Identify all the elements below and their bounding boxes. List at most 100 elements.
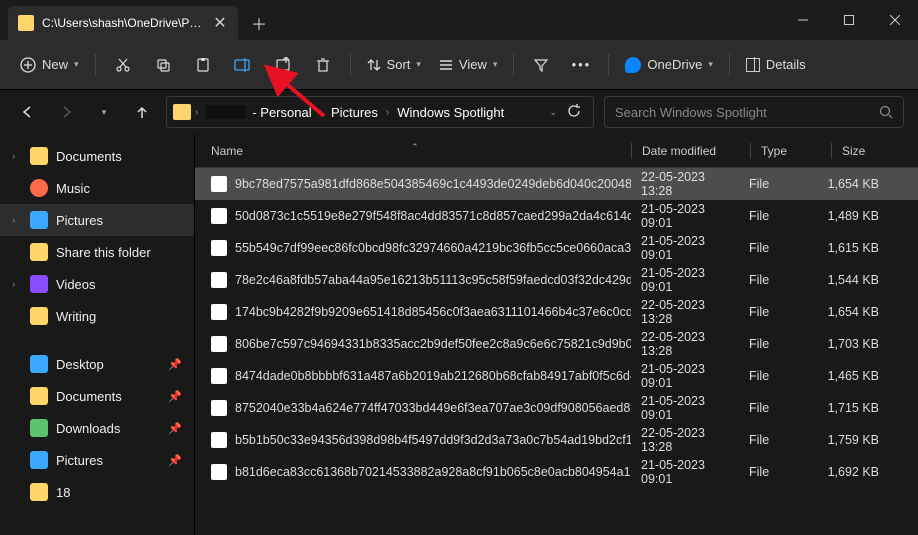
file-icon: [211, 400, 227, 416]
sidebar-item-documents[interactable]: ›Documents: [0, 140, 194, 172]
sidebar-item-writing[interactable]: Writing: [0, 300, 194, 332]
onedrive-label: OneDrive: [647, 57, 702, 72]
sort-button[interactable]: Sort ▾: [359, 48, 429, 82]
pictures-icon: [30, 451, 48, 469]
column-header-name[interactable]: Name⌃: [211, 144, 631, 158]
sidebar-item-videos[interactable]: ›Videos: [0, 268, 194, 300]
file-icon: [211, 368, 227, 384]
file-size: 1,654 KB: [809, 305, 879, 319]
file-type: File: [739, 241, 809, 255]
sidebar-item-music[interactable]: Music: [0, 172, 194, 204]
search-input[interactable]: [615, 105, 879, 120]
column-header-size[interactable]: Size: [842, 144, 912, 158]
search-box[interactable]: [604, 96, 904, 128]
file-row[interactable]: 806be7c597c94694331b8335acc2b9def50fee2c…: [195, 328, 918, 360]
sidebar-quick-desktop[interactable]: Desktop 📌: [0, 348, 194, 380]
cut-button[interactable]: [104, 48, 142, 82]
file-date: 21-05-2023 09:01: [631, 458, 739, 486]
onedrive-button[interactable]: OneDrive ▾: [617, 48, 720, 82]
chevron-right-icon: ›: [386, 107, 389, 118]
file-size: 1,759 KB: [809, 433, 879, 447]
chevron-down-icon: ▾: [493, 59, 498, 70]
breadcrumb-segment[interactable]: Pictures: [327, 105, 382, 120]
chevron-down-icon: ▾: [74, 59, 79, 70]
file-row[interactable]: 8474dade0b8bbbbf631a487a6b2019ab212680b6…: [195, 360, 918, 392]
file-type: File: [739, 273, 809, 287]
sidebar-item-label: Desktop: [56, 357, 104, 372]
videos-icon: [30, 275, 48, 293]
file-list[interactable]: 9bc78ed7575a981dfd868e504385469c1c4493de…: [195, 168, 918, 535]
sidebar-quick-18[interactable]: 18: [0, 476, 194, 508]
file-row[interactable]: 9bc78ed7575a981dfd868e504385469c1c4493de…: [195, 168, 918, 200]
sidebar-quick-pictures[interactable]: Pictures📌: [0, 444, 194, 476]
titlebar: C:\Users\shash\OneDrive\Pictu ✕ ＋: [0, 0, 918, 40]
file-row[interactable]: 174bc9b4282f9b9209e651418d85456c0f3aea63…: [195, 296, 918, 328]
paste-button[interactable]: [184, 48, 222, 82]
file-name: 9bc78ed7575a981dfd868e504385469c1c4493de…: [235, 177, 631, 191]
file-icon: [211, 272, 227, 288]
breadcrumb-segment[interactable]: - Personal: [202, 105, 315, 120]
search-icon: [879, 105, 893, 119]
file-size: 1,489 KB: [809, 209, 879, 223]
breadcrumb[interactable]: › - Personal › Pictures › Windows Spotli…: [166, 96, 594, 128]
file-date: 21-05-2023 09:01: [631, 202, 739, 230]
pin-icon: 📌: [168, 358, 182, 371]
file-type: File: [739, 465, 809, 479]
rename-button[interactable]: [224, 48, 262, 82]
file-name: 806be7c597c94694331b8335acc2b9def50fee2c…: [235, 337, 631, 351]
view-button[interactable]: View ▾: [431, 48, 505, 82]
divider: [608, 54, 609, 76]
back-button[interactable]: [14, 98, 42, 126]
sidebar-item-label: Pictures: [56, 213, 103, 228]
new-label: New: [42, 57, 68, 72]
refresh-button[interactable]: [567, 104, 581, 121]
file-row[interactable]: 55b549c7df99eec86fc0bcd98fc32974660a4219…: [195, 232, 918, 264]
folder-icon: [173, 104, 191, 120]
recent-dropdown[interactable]: ▾: [90, 98, 118, 126]
sidebar-quick-downloads[interactable]: Downloads📌: [0, 412, 194, 444]
new-button[interactable]: New ▾: [12, 48, 87, 82]
desktop-icon: [30, 355, 48, 373]
maximize-button[interactable]: [826, 0, 872, 40]
file-row[interactable]: 78e2c46a8fdb57aba44a95e16213b51113c95c58…: [195, 264, 918, 296]
sidebar-quick-documents[interactable]: Documents📌: [0, 380, 194, 412]
file-row[interactable]: 8752040e33b4a624e774ff47033bd449e6f3ea70…: [195, 392, 918, 424]
close-tab-icon[interactable]: ✕: [212, 15, 228, 31]
file-row[interactable]: b81d6eca83cc61368b70214533882a928a8cf91b…: [195, 456, 918, 488]
forward-button[interactable]: [52, 98, 80, 126]
file-name: b5b1b50c33e94356d398d98b4f5497dd9f3d2d3a…: [235, 433, 631, 447]
minimize-button[interactable]: [780, 0, 826, 40]
details-pane-button[interactable]: Details: [738, 48, 814, 82]
close-window-button[interactable]: [872, 0, 918, 40]
delete-button[interactable]: [304, 48, 342, 82]
file-date: 21-05-2023 09:01: [631, 394, 739, 422]
chevron-down-icon[interactable]: ⌄: [549, 107, 557, 118]
sidebar-item-pictures[interactable]: ›Pictures: [0, 204, 194, 236]
sidebar-item-label: Share this folder: [56, 245, 151, 260]
view-label: View: [459, 57, 487, 72]
file-row[interactable]: b5b1b50c33e94356d398d98b4f5497dd9f3d2d3a…: [195, 424, 918, 456]
file-date: 21-05-2023 09:01: [631, 266, 739, 294]
folder-icon: [30, 307, 48, 325]
file-name: 8752040e33b4a624e774ff47033bd449e6f3ea70…: [235, 401, 631, 415]
copy-button[interactable]: [144, 48, 182, 82]
column-header-date[interactable]: Date modified: [642, 144, 750, 158]
sidebar-item-label: Documents: [56, 149, 122, 164]
chevron-right-icon: ›: [320, 107, 323, 118]
up-button[interactable]: [128, 98, 156, 126]
file-icon: [211, 240, 227, 256]
new-tab-button[interactable]: ＋: [244, 8, 274, 38]
sidebar-item-label: 18: [56, 485, 70, 500]
file-date: 22-05-2023 13:28: [631, 426, 739, 454]
window-tab[interactable]: C:\Users\shash\OneDrive\Pictu ✕: [8, 6, 238, 40]
file-name: 55b549c7df99eec86fc0bcd98fc32974660a4219…: [235, 241, 631, 255]
downloads-icon: [30, 419, 48, 437]
column-header-type[interactable]: Type: [761, 144, 831, 158]
pin-icon: 📌: [168, 390, 182, 403]
sidebar-item-share[interactable]: Share this folder: [0, 236, 194, 268]
filter-button[interactable]: [522, 48, 560, 82]
file-row[interactable]: 50d0873c1c5519e8e279f548f8ac4dd83571c8d8…: [195, 200, 918, 232]
more-button[interactable]: •••: [562, 48, 600, 82]
share-button[interactable]: [264, 48, 302, 82]
breadcrumb-segment[interactable]: Windows Spotlight: [393, 105, 508, 120]
